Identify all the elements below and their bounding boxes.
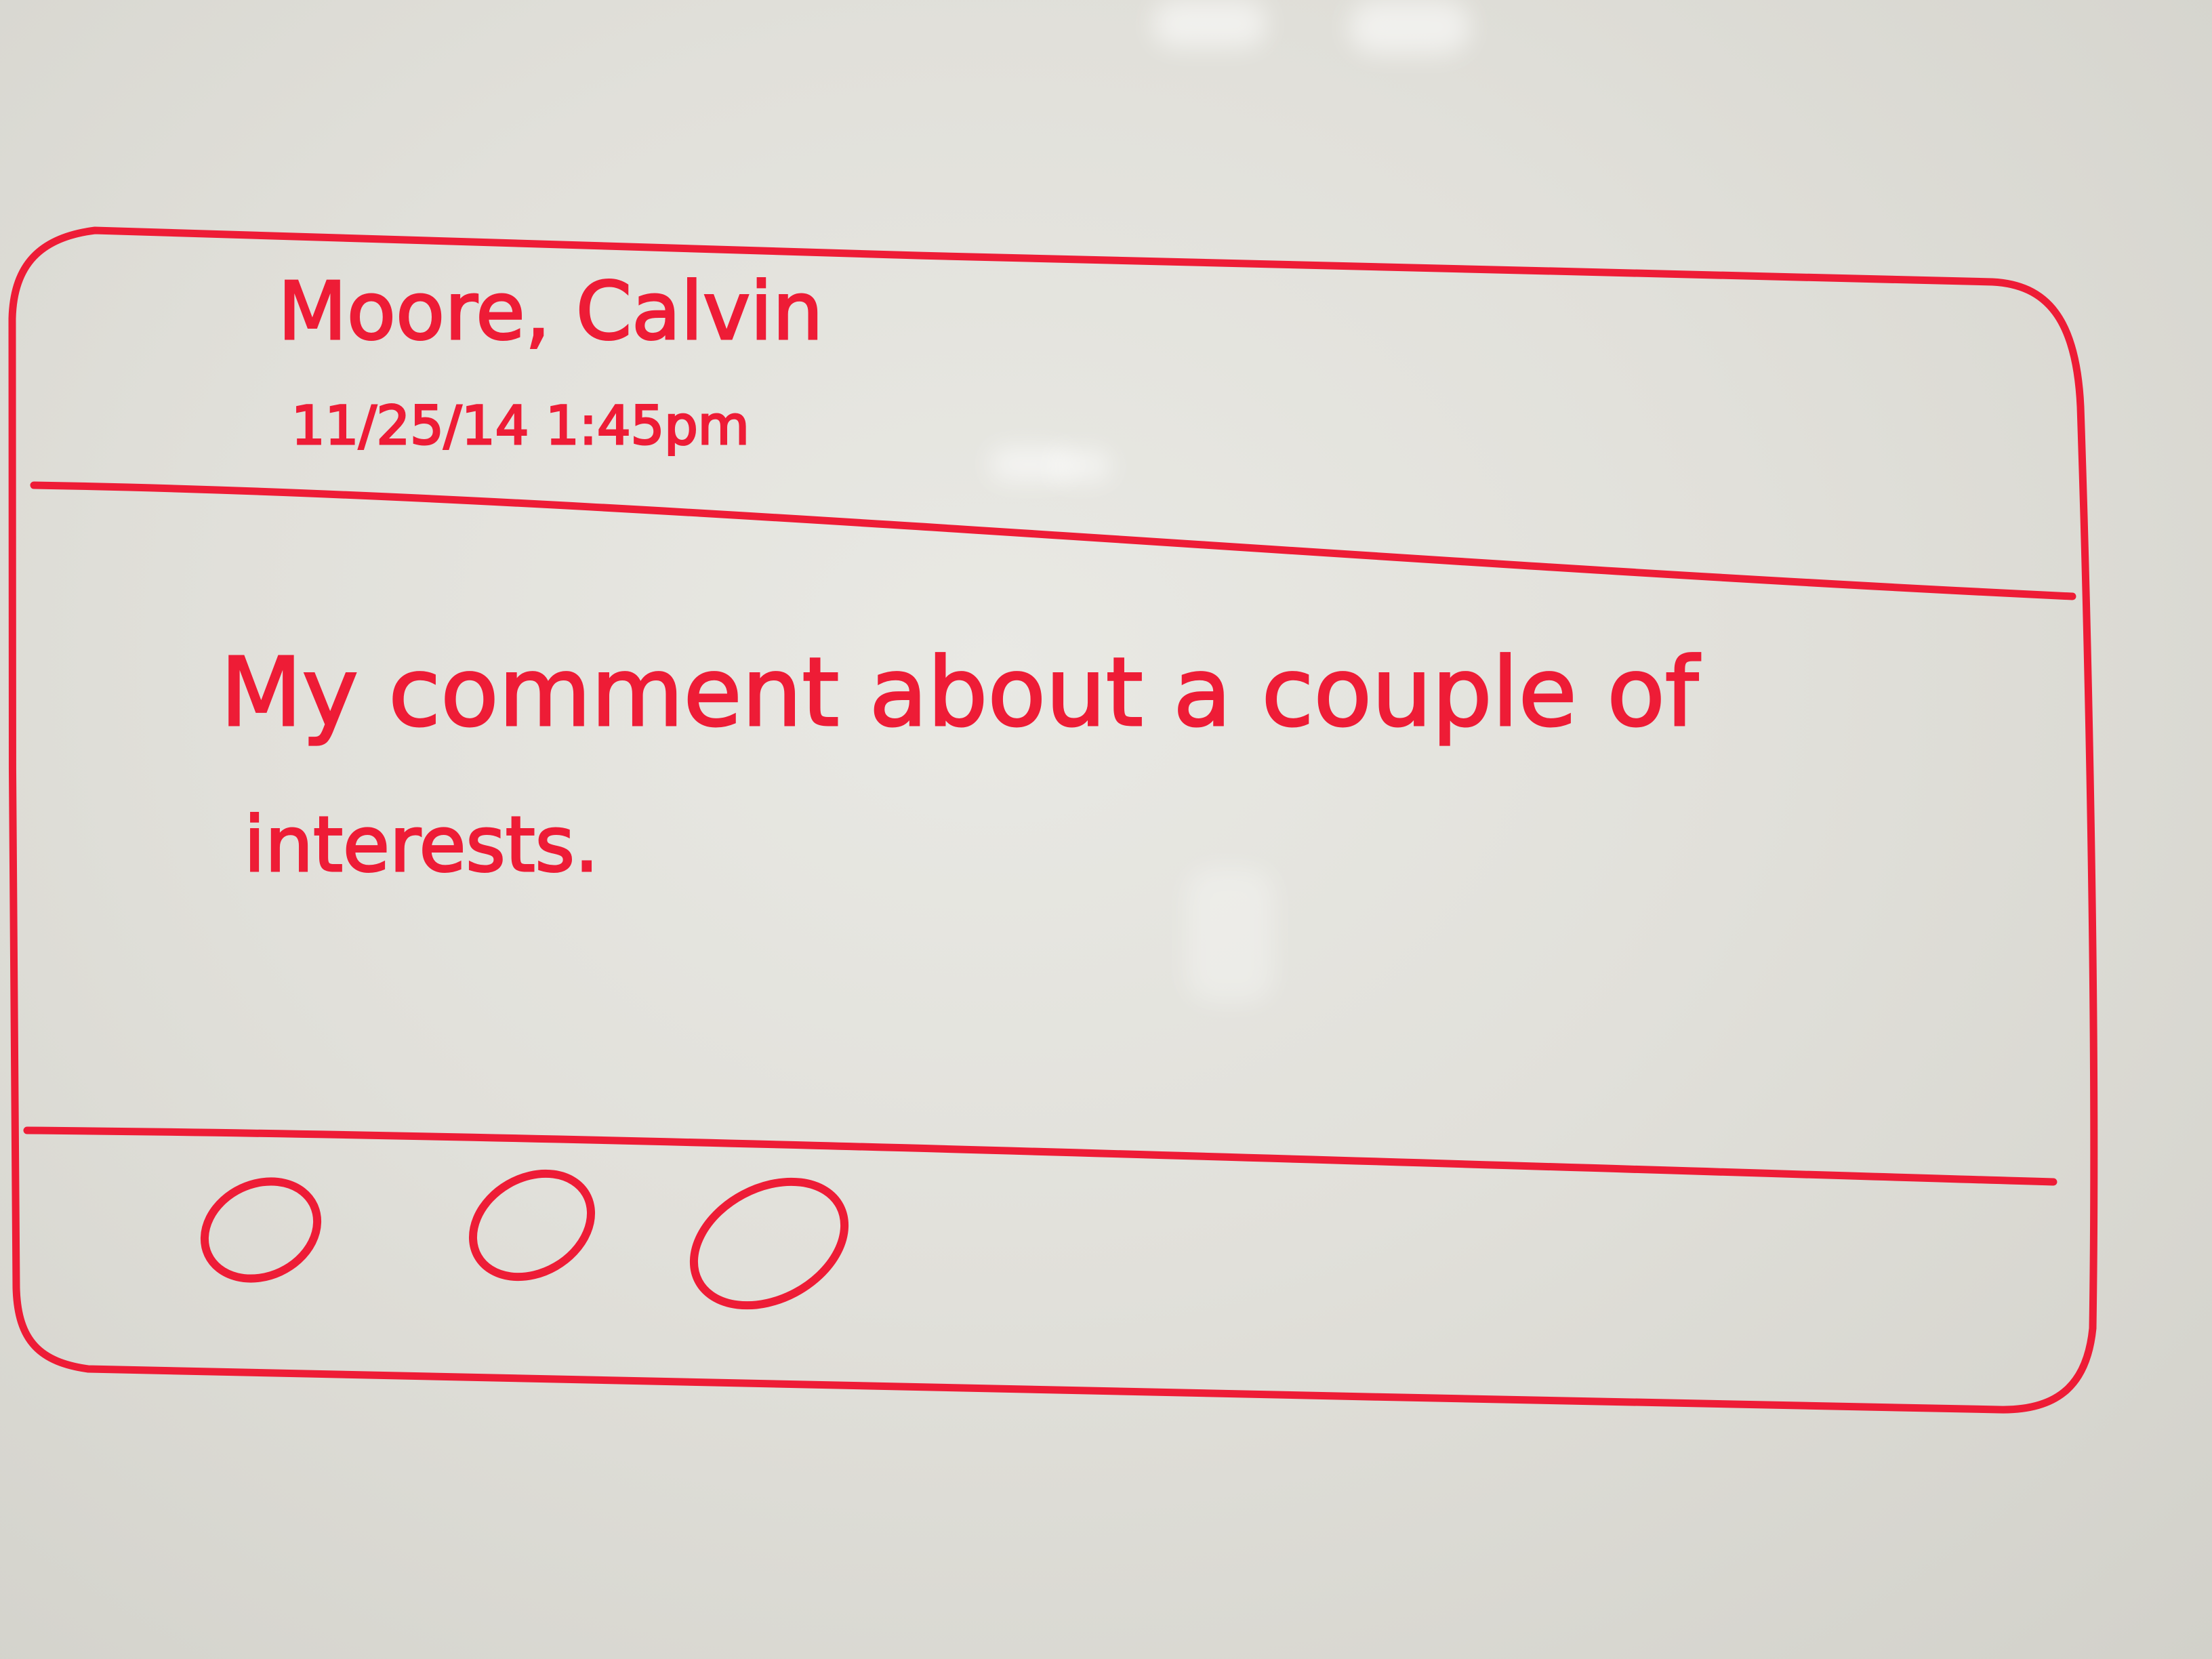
action-button-3[interactable]: [672, 1157, 865, 1330]
author-name: Moore, Calvin: [278, 264, 823, 358]
whiteboard-sketch: Moore, Calvin 11/25/14 1:45pm My comment…: [7, 226, 2098, 1414]
post-timestamp: 11/25/14 1:45pm: [291, 396, 750, 457]
action-button-1[interactable]: [188, 1164, 333, 1296]
footer-divider: [23, 1126, 2057, 1186]
action-button-2[interactable]: [454, 1153, 609, 1297]
header-divider: [30, 481, 2076, 600]
comment-text-line-1: My comment about a couple of: [220, 638, 1700, 748]
comment-text-line-2: interests.: [244, 801, 599, 889]
